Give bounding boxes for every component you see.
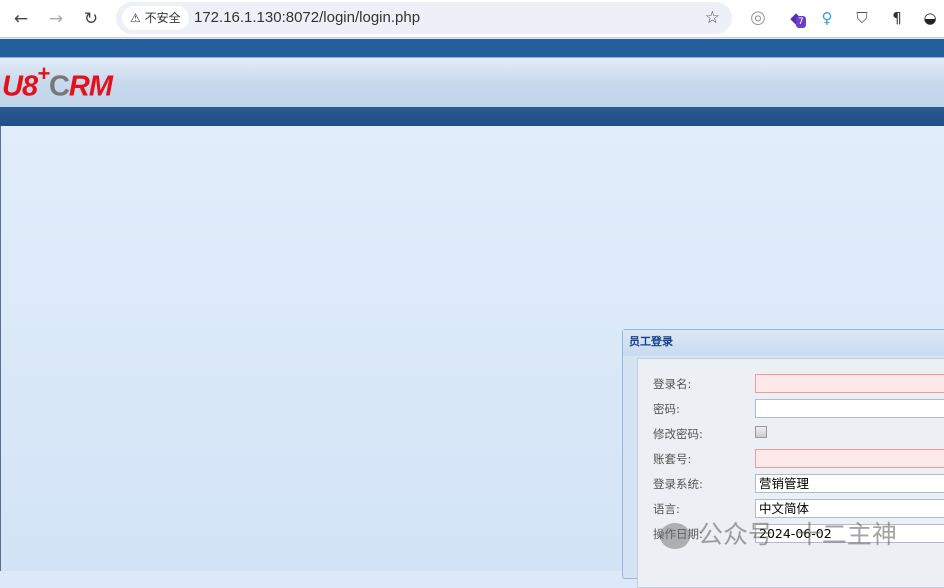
header-bottom-band	[0, 107, 944, 126]
extension-badge-count: 7	[796, 16, 806, 28]
login-form: 登录名: 密码: 修改密码: 账套号: 登录系统: 营销管理 语言: 中文简体 …	[637, 358, 944, 588]
operation-date-label: 操作日期:	[653, 527, 703, 541]
account-set-label: 账套号:	[653, 452, 692, 466]
login-system-select[interactable]: 营销管理	[755, 474, 944, 493]
account-set-input[interactable]	[755, 449, 944, 468]
row-username: 登录名:	[638, 374, 944, 394]
warning-icon: ⚠	[130, 11, 145, 25]
password-label: 密码:	[653, 402, 680, 416]
extension-mask-icon[interactable]: ◒	[918, 6, 942, 30]
logo: U8+CRM	[2, 61, 113, 103]
url-text[interactable]: 172.16.1.130:8072/login/login.php	[194, 2, 420, 34]
row-change-password: 修改密码:	[638, 424, 944, 444]
row-operation-date: 操作日期: 2024-06-02	[638, 524, 944, 544]
language-label: 语言:	[653, 502, 680, 516]
security-chip[interactable]: ⚠ 不安全	[122, 6, 189, 30]
extension-badge-icon[interactable]: ◆7	[784, 6, 808, 30]
back-icon[interactable]: ←	[8, 6, 34, 32]
forward-icon[interactable]: →	[43, 6, 69, 32]
operation-date-input[interactable]: 2024-06-02	[755, 524, 944, 543]
username-input[interactable]	[755, 374, 944, 393]
address-bar[interactable]: ⚠ 不安全 172.16.1.130:8072/login/login.php …	[116, 2, 732, 34]
password-input[interactable]	[755, 399, 944, 418]
security-label: 不安全	[144, 11, 181, 25]
login-system-label: 登录系统:	[653, 477, 703, 491]
row-login-system: 登录系统: 营销管理	[638, 474, 944, 494]
bookmark-icon[interactable]: ⛉	[850, 6, 874, 30]
top-band	[0, 39, 944, 57]
extension-pin-icon[interactable]: ♀	[815, 6, 839, 30]
change-password-label: 修改密码:	[653, 427, 703, 441]
reload-icon[interactable]: ↻	[78, 6, 104, 32]
username-label: 登录名:	[653, 377, 692, 391]
browser-toolbar: ← → ↻ ⚠ 不安全 172.16.1.130:8072/login/logi…	[0, 0, 944, 38]
language-select[interactable]: 中文简体	[755, 499, 944, 518]
login-dialog: 员工登录 登录名: 密码: 修改密码: 账套号: 登录系统: 营销管理 语言: …	[622, 329, 944, 588]
extension-pilcrow-icon[interactable]: ¶	[885, 6, 909, 30]
dialog-title: 员工登录	[623, 330, 944, 356]
bookmark-star-icon[interactable]: ☆	[705, 2, 720, 34]
row-language: 语言: 中文简体	[638, 499, 944, 519]
change-password-checkbox[interactable]	[755, 426, 767, 438]
row-account-set: 账套号:	[638, 449, 944, 469]
extension-circle-icon[interactable]: ◎	[746, 6, 770, 30]
row-password: 密码:	[638, 399, 944, 419]
app-header: U8+CRM	[0, 57, 944, 107]
